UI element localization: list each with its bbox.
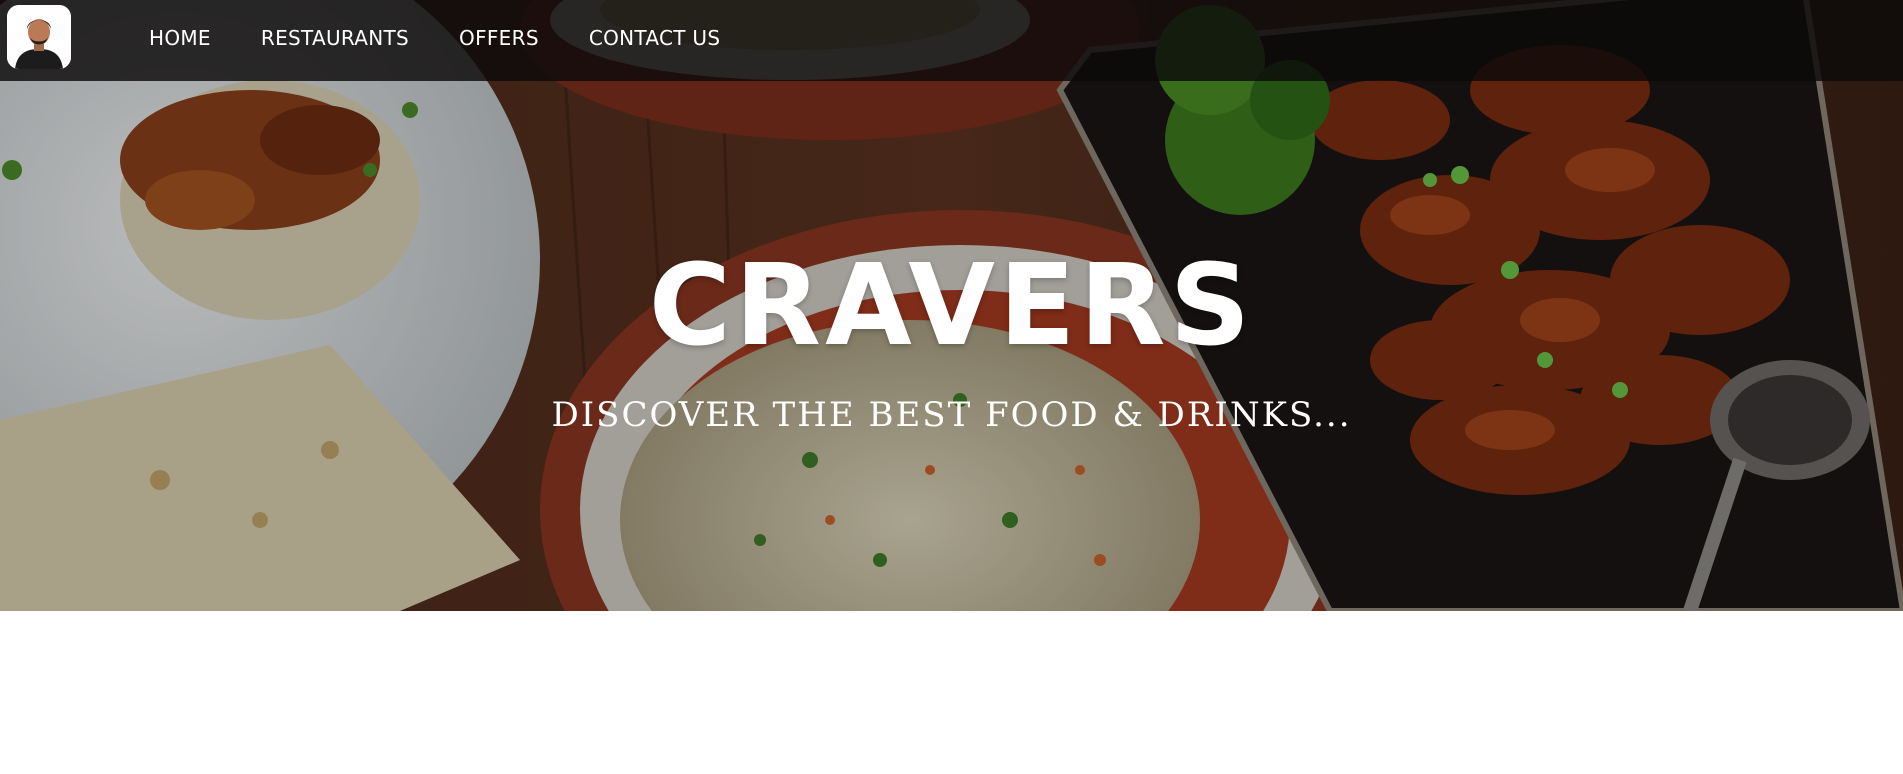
hero-tagline: DISCOVER THE BEST FOOD & DRINKS... bbox=[551, 395, 1352, 435]
top-navbar: HOME RESTAURANTS OFFERS CONTACT US bbox=[0, 0, 1903, 81]
brand-title: CRAVERS bbox=[648, 241, 1255, 371]
nav-contact-us[interactable]: CONTACT US bbox=[589, 26, 721, 50]
nav-home[interactable]: HOME bbox=[149, 26, 211, 50]
profile-avatar[interactable] bbox=[7, 5, 71, 69]
nav-offers[interactable]: OFFERS bbox=[459, 26, 539, 50]
nav-restaurants[interactable]: RESTAURANTS bbox=[261, 26, 409, 50]
avatar-image bbox=[7, 5, 71, 69]
nav-links: HOME RESTAURANTS OFFERS CONTACT US bbox=[149, 26, 720, 50]
hero-banner: CRAVERS DISCOVER THE BEST FOOD & DRINKS.… bbox=[0, 0, 1903, 611]
